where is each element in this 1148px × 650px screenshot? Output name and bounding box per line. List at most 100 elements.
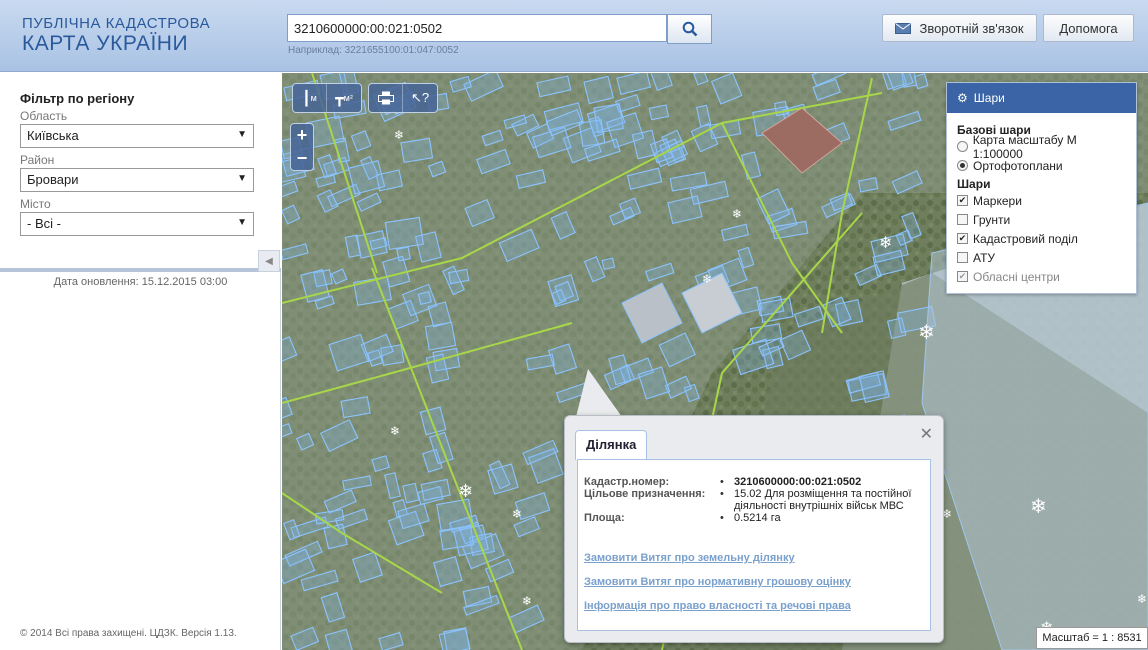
land-parcel[interactable] xyxy=(384,216,425,251)
land-parcel[interactable] xyxy=(648,104,670,121)
land-parcel[interactable] xyxy=(601,257,616,271)
popup-pointer xyxy=(576,369,622,417)
checkbox-atu[interactable] xyxy=(957,252,968,263)
city-select[interactable]: - Всі - ▼ xyxy=(20,212,254,236)
tab-parcel[interactable]: Ділянка xyxy=(575,430,648,460)
region-label: Область xyxy=(20,109,68,123)
checkbox-markers[interactable]: ✔ xyxy=(957,195,968,206)
svg-text:❄: ❄ xyxy=(390,424,400,438)
base-layer-label: Карта масштабу М 1:100000 xyxy=(972,132,1077,161)
sidebar: Фільтр по регіону Область Київська ▼ Рай… xyxy=(0,72,281,650)
gear-icon: ⚙ xyxy=(957,91,968,105)
chevron-left-icon: ◀ xyxy=(265,255,273,267)
district-label: Район xyxy=(20,153,55,167)
checkbox-regional-centers: ✔ xyxy=(957,271,968,282)
help-button[interactable]: Допомога xyxy=(1043,14,1134,42)
district-value: Бровари xyxy=(27,172,79,187)
layers-header[interactable]: ⚙ Шари xyxy=(947,83,1136,113)
region-value: Київська xyxy=(27,128,79,143)
measure-toolbar: ┃ м ┳ м² xyxy=(292,83,362,113)
dropdown-arrow-icon: ▼ xyxy=(237,217,247,228)
layer-label: Грунти xyxy=(973,212,1011,227)
land-parcel[interactable] xyxy=(858,370,890,404)
land-parcel[interactable] xyxy=(448,268,470,285)
identify-button[interactable]: ↖? xyxy=(403,84,437,112)
info-toolbar: ↖? xyxy=(368,83,438,113)
city-value: - Всі - xyxy=(27,216,61,231)
land-parcel[interactable] xyxy=(417,291,432,306)
checkbox-soils[interactable] xyxy=(957,214,968,225)
parcel-value: 15.02 Для розміщення та постійної діяльн… xyxy=(734,488,912,512)
dropdown-arrow-icon: ▼ xyxy=(237,129,247,140)
search-icon xyxy=(682,21,697,37)
layer-atu[interactable]: АТУ xyxy=(957,248,1126,267)
scale-indicator: Масштаб = 1 : 8531 xyxy=(1036,627,1148,649)
layer-label: Обласні центри xyxy=(973,269,1060,284)
ownership-info-link[interactable]: Інформація про право власності та речові… xyxy=(584,600,851,612)
radio-ortho[interactable] xyxy=(957,160,968,171)
parcel-key: Кадастр.номер: xyxy=(584,476,670,488)
svg-text:❄: ❄ xyxy=(1030,494,1047,518)
close-icon[interactable]: ✕ xyxy=(920,424,933,444)
parcel-row: Площа: • 0.5214 га xyxy=(584,512,924,524)
layer-label: Кадастровий поділ xyxy=(973,231,1078,246)
svg-text:❄: ❄ xyxy=(458,481,473,502)
search-button[interactable] xyxy=(667,14,712,44)
zoom-out-button[interactable]: − xyxy=(291,147,313,170)
update-date: Дата оновлення: 15.12.2015 03:00 xyxy=(53,276,228,288)
svg-text:❄: ❄ xyxy=(1137,592,1147,606)
measure-area-button[interactable]: ┳ м² xyxy=(327,84,361,112)
order-valuation-link[interactable]: Замовити Витяг про нормативну грошову оц… xyxy=(584,576,851,588)
layer-regional-centers: ✔ Обласні центри xyxy=(957,267,1126,286)
region-select[interactable]: Київська ▼ xyxy=(20,124,254,148)
land-parcel[interactable] xyxy=(424,321,457,351)
collapse-sidebar-button[interactable]: ◀ xyxy=(258,250,280,272)
base-layer-label: Ортофотоплани xyxy=(973,158,1063,173)
city-label: Місто xyxy=(20,197,51,211)
radio-topo[interactable] xyxy=(957,141,968,152)
parcel-row: Цільове призначення: • 15.02 Для розміщен… xyxy=(584,488,924,512)
filter-title: Фільтр по регіону xyxy=(20,91,135,106)
parcel-row: Кадастр.номер: • 3210600000:00:021:0502 xyxy=(584,476,924,488)
dropdown-arrow-icon: ▼ xyxy=(237,173,247,184)
svg-text:❄: ❄ xyxy=(702,272,712,286)
parcel-key: Цільове призначення: xyxy=(584,488,706,500)
print-button[interactable] xyxy=(369,84,403,112)
land-parcel[interactable] xyxy=(578,119,606,148)
layer-soils[interactable]: Грунти xyxy=(957,210,1126,229)
layers-panel: ⚙ Шари Базові шари Карта масштабу М 1:10… xyxy=(946,82,1137,294)
logo-line1: ПУБЛІЧНА КАДАСТРОВА xyxy=(22,15,211,32)
feedback-button[interactable]: Зворотній зв'язок xyxy=(882,14,1037,42)
measure-area-label: м² xyxy=(343,93,353,103)
svg-text:❄: ❄ xyxy=(879,233,892,252)
measure-length-button[interactable]: ┃ м xyxy=(293,84,327,112)
parcel-value: 3210600000:00:021:0502 xyxy=(734,476,862,488)
ruler-icon: ┃ xyxy=(302,89,311,106)
checkbox-cadastral[interactable]: ✔ xyxy=(957,233,968,244)
layer-label: Маркери xyxy=(973,193,1022,208)
parcel-info: Кадастр.номер: • 3210600000:00:021:0502 Ц… xyxy=(584,476,924,524)
district-select[interactable]: Бровари ▼ xyxy=(20,168,254,192)
zoom-in-button[interactable]: + xyxy=(291,124,313,147)
help-label: Допомога xyxy=(1059,20,1118,36)
layer-markers[interactable]: ✔ Маркери xyxy=(957,191,1126,210)
copyright: © 2014 Всі права захищені. ЦДЗК. Версія … xyxy=(20,628,237,639)
svg-text:❄: ❄ xyxy=(918,320,935,344)
measure-length-label: м xyxy=(310,93,317,103)
base-layer-topo[interactable]: Карта масштабу М 1:100000 xyxy=(957,133,1126,161)
order-extract-link[interactable]: Замовити Витяг про земельну ділянку xyxy=(584,552,795,564)
search-hint: Наприклад: 3221655100:01:047:0052 xyxy=(288,45,459,56)
envelope-icon xyxy=(895,22,912,34)
map-canvas[interactable]: ❄❄❄ ❄❄ ❄❄❄ ❄❄❄ ❄❄❄ ┃м ┳м² ↖? + − ⚙ Шари … xyxy=(282,73,1148,650)
land-parcel[interactable] xyxy=(400,137,434,164)
search-input[interactable] xyxy=(287,14,667,42)
svg-text:❄: ❄ xyxy=(394,128,404,142)
layer-cadastral[interactable]: ✔ Кадастровий поділ xyxy=(957,229,1126,248)
parcel-popup: ✕ Ділянка Кадастр.номер: • 3210600000:00:… xyxy=(564,415,944,643)
logo[interactable]: ПУБЛІЧНА КАДАСТРОВА КАРТА УКРАЇНИ xyxy=(22,16,210,54)
popup-body: Кадастр.номер: • 3210600000:00:021:0502 Ц… xyxy=(577,459,931,631)
parcel-value: 0.5214 га xyxy=(734,512,781,524)
svg-text:❄: ❄ xyxy=(732,207,742,221)
printer-icon xyxy=(377,91,394,105)
land-parcel[interactable] xyxy=(396,246,412,262)
